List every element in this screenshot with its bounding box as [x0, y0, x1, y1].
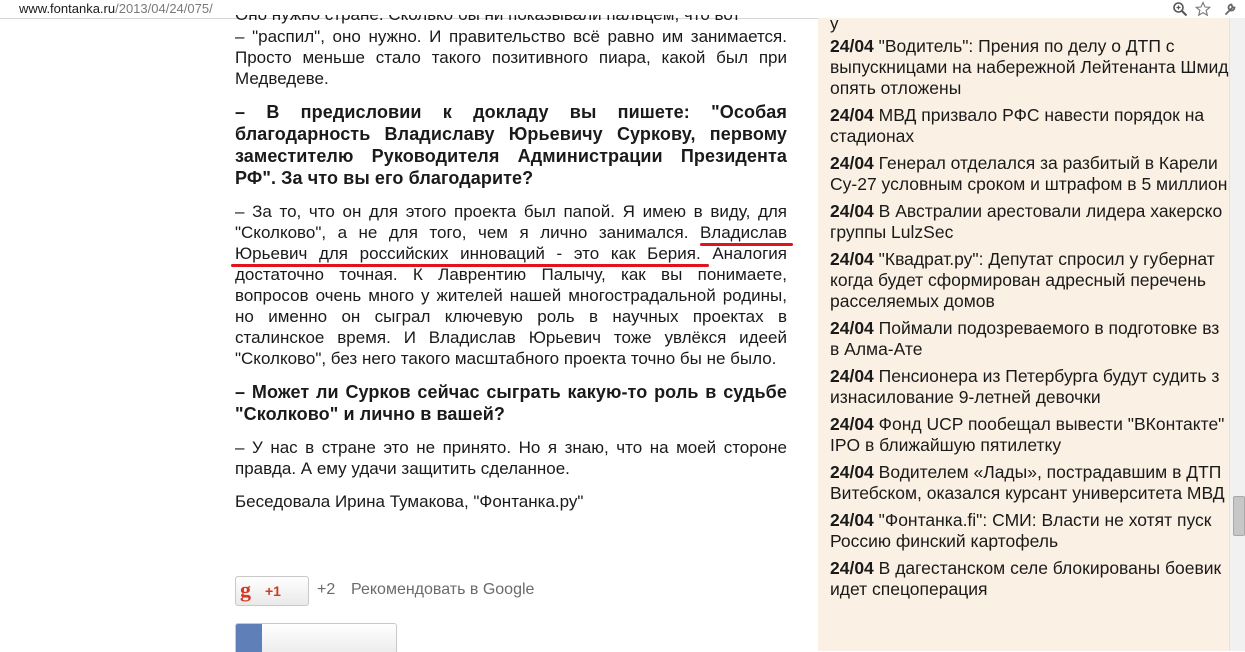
news-headline[interactable]: "Водитель": Прения по делу о ДТП с — [879, 36, 1175, 56]
scrollbar-thumb[interactable] — [1233, 496, 1245, 536]
byline: Беседовала Ирина Тумакова, "Фонтанка.ру" — [235, 492, 584, 511]
news-item[interactable]: 24/04 Водителем «Лады», пострадавшим в Д… — [830, 462, 1229, 504]
interview-question: – В предисловии к докладу вы пишете: "Ос… — [235, 102, 787, 188]
article-body: Оно нужно стране. Сколько бы ни показыва… — [235, 15, 787, 524]
news-item[interactable]: 24/04 В Австралии арестовали лидера хаке… — [830, 201, 1229, 243]
url-path: /2013/04/24/075/ — [115, 1, 213, 16]
interview-answer: – За то, что он для этого проекта был па… — [235, 201, 787, 369]
share-button-partial[interactable] — [235, 623, 397, 652]
news-date: 24/04 — [830, 249, 874, 269]
url-text[interactable]: www.fontanka.ru/2013/04/24/075/ — [19, 0, 213, 18]
article-paragraph: – "распил", оно нужно. И правительство в… — [235, 27, 787, 88]
share-icon — [236, 624, 262, 652]
news-headline[interactable]: в Алма-Ате — [830, 339, 922, 359]
news-headline[interactable]: Водителем «Лады», пострадавшим в ДТП — [879, 462, 1222, 482]
news-headline[interactable]: идет спецоперация — [830, 579, 987, 599]
news-headline[interactable]: IPO в ближайшую пятилетку — [830, 435, 1061, 455]
news-date: 24/04 — [830, 510, 874, 530]
news-headline[interactable]: выпускницами на набережной Лейтенанта Шм… — [830, 57, 1228, 77]
news-item[interactable]: 24/04 "Фонтанка.fi": СМИ: Власти не хотя… — [830, 510, 1229, 552]
vertical-scrollbar[interactable] — [1229, 18, 1245, 651]
news-item[interactable]: 24/04 Пенсионера из Петербурга будут суд… — [830, 366, 1229, 408]
news-headline[interactable]: изнасилование 9-летней девочки — [830, 387, 1101, 407]
news-item[interactable]: 24/04 Генерал отделался за разбитый в Ка… — [830, 153, 1229, 195]
news-headline[interactable]: Генерал отделался за разбитый в Карели — [879, 153, 1218, 173]
gplus-button[interactable]: g +1 — [235, 576, 309, 606]
news-headline[interactable]: "Фонтанка.fi": СМИ: Власти не хотят пуск — [879, 510, 1212, 530]
news-headline[interactable]: Пенсионера из Петербурга будут судить з — [879, 366, 1220, 386]
news-feed: у 24/04 "Водитель": Прения по делу о ДТП… — [818, 18, 1229, 651]
news-headline[interactable]: В Австралии арестовали лидера хакерско — [879, 201, 1223, 221]
news-headline[interactable]: МВД призвало РФС навести порядок на — [879, 105, 1204, 125]
news-item[interactable]: 24/04 В дагестанском селе блокированы бо… — [830, 558, 1229, 600]
interview-answer: – У нас в стране это не принято. Но я зн… — [235, 438, 787, 478]
news-date: 24/04 — [830, 201, 874, 221]
plus-one-label: +1 — [265, 583, 281, 599]
url-domain: www.fontanka.ru — [19, 1, 116, 16]
news-headline[interactable]: стадионах — [830, 126, 914, 146]
zoom-icon[interactable] — [1172, 1, 1188, 17]
news-date: 24/04 — [830, 558, 874, 578]
wrench-menu-icon[interactable] — [1222, 1, 1238, 17]
highlight-underline-a: Владислав — [699, 223, 787, 242]
news-item[interactable]: 24/04 "Водитель": Прения по делу о ДТП с… — [830, 36, 1229, 99]
news-date: 24/04 — [830, 318, 874, 338]
news-headline[interactable]: Су-27 условным сроком и штрафом в 5 милл… — [830, 174, 1227, 194]
news-list: 24/04 "Водитель": Прения по делу о ДТП с… — [830, 36, 1229, 606]
news-date: 24/04 — [830, 462, 874, 482]
news-headline[interactable]: опять отложены — [830, 78, 961, 98]
news-item[interactable]: 24/04 "Квадрат.ру": Депутат спросил у гу… — [830, 249, 1229, 312]
news-date: 24/04 — [830, 366, 874, 386]
news-headline[interactable]: группы LulzSec — [830, 222, 953, 242]
news-headline[interactable]: Витебском, оказался курсант университета… — [830, 483, 1225, 503]
news-clipped-text: у — [830, 18, 839, 33]
news-date: 24/04 — [830, 414, 874, 434]
news-headline[interactable]: расселяемых домов — [830, 291, 995, 311]
news-item[interactable]: 24/04 Фонд UCP пообещал вывести "ВКонтак… — [830, 414, 1229, 456]
news-headline[interactable]: Поймали подозреваемого в подготовке вз — [879, 318, 1220, 338]
news-headline[interactable]: "Квадрат.ру": Депутат спросил у губернат — [879, 249, 1215, 269]
bookmark-star-icon[interactable] — [1195, 1, 1211, 17]
news-item[interactable]: 24/04 МВД призвало РФС навести порядок н… — [830, 105, 1229, 147]
gplus-count: +2 — [317, 581, 336, 598]
news-headline[interactable]: Россию финский картофель — [830, 531, 1058, 551]
highlight-underline-b: Юрьевич для российских инноваций - это к… — [235, 244, 701, 263]
news-headline[interactable]: когда будет сформирован адресный перечен… — [830, 270, 1206, 290]
clipped-line: Оно нужно стране. Сколько бы ни показыва… — [235, 15, 787, 26]
google-g-icon: g — [240, 577, 251, 602]
gplus-recommend-label: Рекомендовать в Google — [351, 581, 535, 598]
news-headline[interactable]: Фонд UCP пообещал вывести "ВКонтакте" — [879, 414, 1225, 434]
news-date: 24/04 — [830, 105, 874, 125]
news-headline[interactable]: В дагестанском селе блокированы боевик — [879, 558, 1222, 578]
interview-question: – Может ли Сурков сейчас сыграть какую-т… — [235, 382, 787, 424]
news-date: 24/04 — [830, 153, 874, 173]
news-item[interactable]: 24/04 Поймали подозреваемого в подготовк… — [830, 318, 1229, 360]
clipped-line-text: Оно нужно стране. Сколько бы ни показыва… — [235, 15, 787, 25]
news-date: 24/04 — [830, 36, 874, 56]
